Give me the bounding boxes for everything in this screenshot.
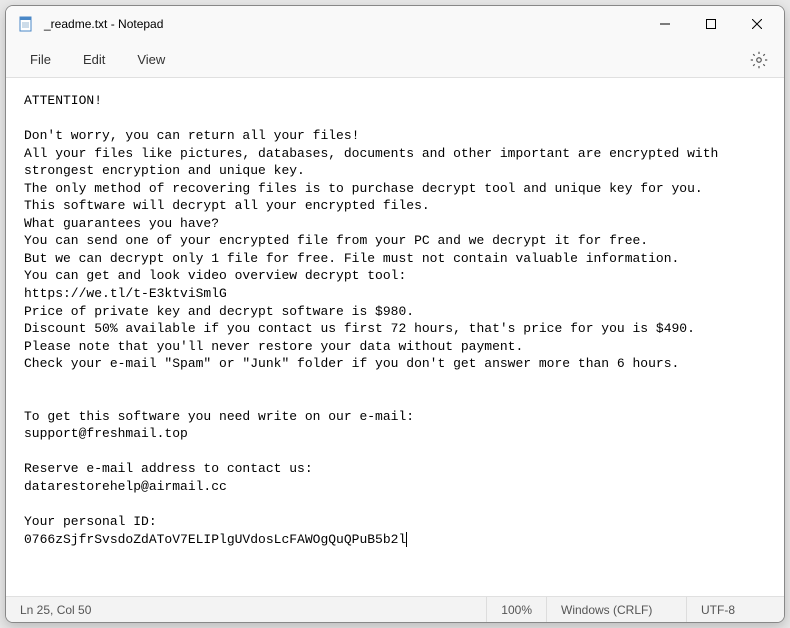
minimize-button[interactable] (642, 8, 688, 40)
titlebar[interactable]: _readme.txt - Notepad (6, 6, 784, 42)
statusbar: Ln 25, Col 50 100% Windows (CRLF) UTF-8 (6, 596, 784, 622)
status-position: Ln 25, Col 50 (14, 597, 105, 622)
menubar: File Edit View (6, 42, 784, 78)
window-controls (642, 8, 780, 40)
status-line-ending: Windows (CRLF) (546, 597, 686, 622)
maximize-button[interactable] (688, 8, 734, 40)
document-body: ATTENTION! Don't worry, you can return a… (24, 93, 726, 547)
window-title: _readme.txt - Notepad (44, 17, 163, 31)
menu-edit[interactable]: Edit (71, 46, 117, 73)
text-editor[interactable]: ATTENTION! Don't worry, you can return a… (6, 78, 784, 596)
notepad-icon (18, 16, 34, 32)
menu-view[interactable]: View (125, 46, 177, 73)
menu-file[interactable]: File (18, 46, 63, 73)
status-encoding: UTF-8 (686, 597, 776, 622)
notepad-window: _readme.txt - Notepad File Edit View ATT… (5, 5, 785, 623)
status-zoom[interactable]: 100% (486, 597, 546, 622)
text-caret (406, 532, 407, 547)
settings-button[interactable] (746, 47, 772, 73)
close-button[interactable] (734, 8, 780, 40)
